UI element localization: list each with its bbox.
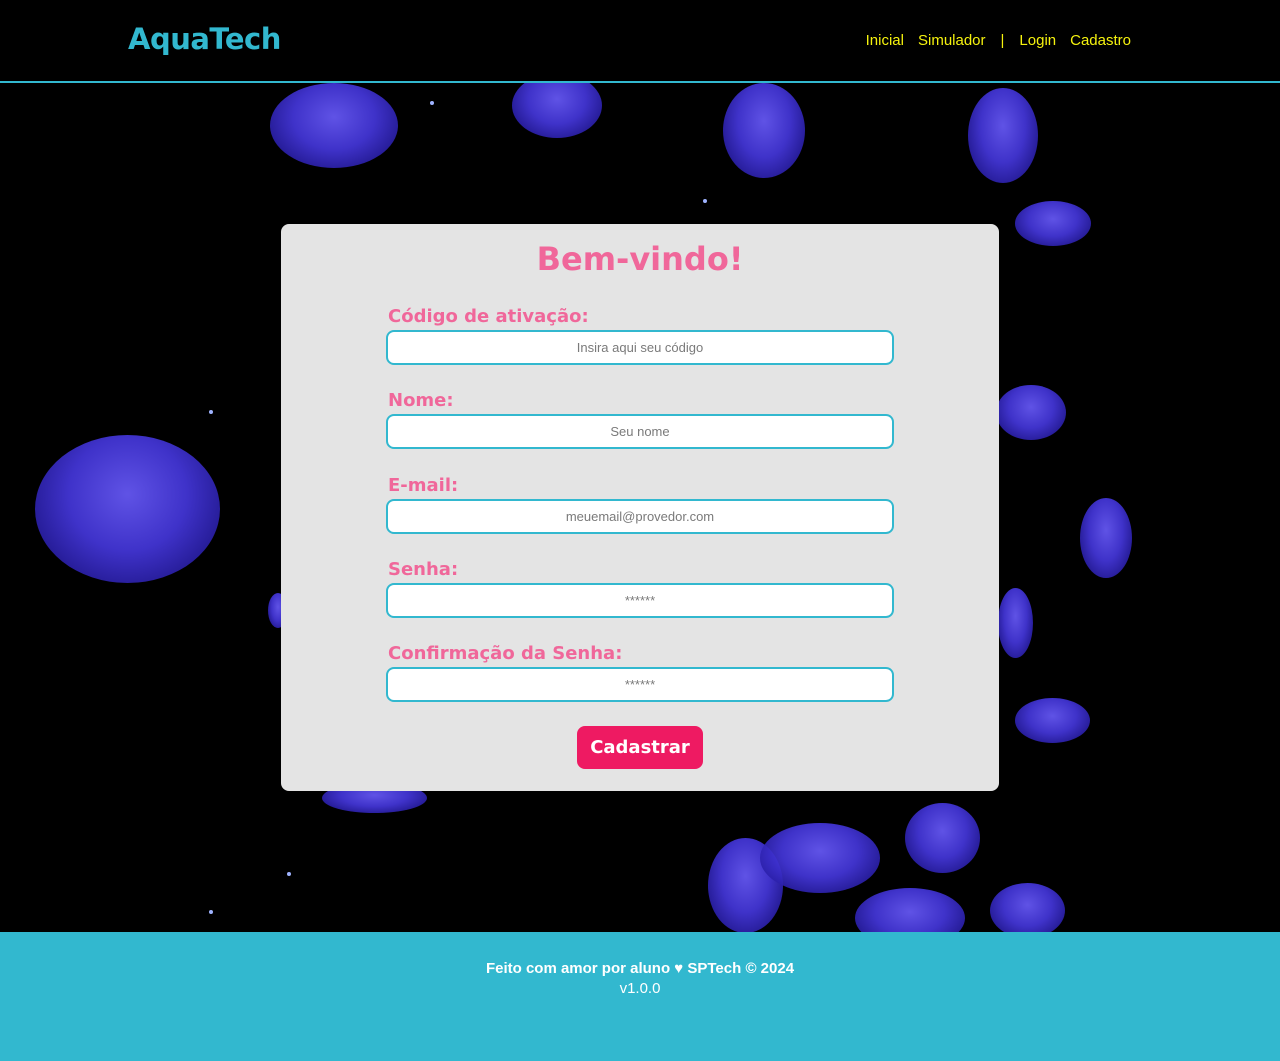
email-label: E-mail: xyxy=(388,475,459,496)
footer-version: v1.0.0 xyxy=(619,980,661,997)
jellyfish-image xyxy=(760,823,880,893)
jellyfish-image xyxy=(270,83,398,168)
jellyfish-image xyxy=(1080,498,1132,578)
light-particle xyxy=(209,410,213,414)
jellyfish-image xyxy=(905,803,980,873)
jellyfish-image xyxy=(35,435,220,583)
main-nav: Inicial Simulador | Login Cadastro xyxy=(859,32,1138,49)
jellyfish-image xyxy=(968,88,1038,183)
nav-link-simulador[interactable]: Simulador xyxy=(918,32,986,49)
site-header: AquaTech Inicial Simulador | Login Cadas… xyxy=(0,0,1280,83)
name-field: Nome: xyxy=(386,390,894,449)
jellyfish-image xyxy=(998,588,1033,658)
email-field: E-mail: xyxy=(386,475,894,534)
light-particle xyxy=(703,199,707,203)
confirm-password-input[interactable] xyxy=(386,667,894,702)
jellyfish-image xyxy=(723,83,805,178)
site-logo[interactable]: AquaTech xyxy=(128,22,281,56)
password-field: Senha: xyxy=(386,559,894,618)
jellyfish-image xyxy=(855,888,965,932)
name-input[interactable] xyxy=(386,414,894,449)
card-title: Bem-vindo! xyxy=(536,240,744,278)
footer-credit: Feito com amor por aluno ♥ SPTech © 2024 xyxy=(485,960,795,977)
confirm-password-field: Confirmação da Senha: xyxy=(386,643,894,702)
password-label: Senha: xyxy=(388,559,459,580)
name-label: Nome: xyxy=(388,390,454,411)
jellyfish-image xyxy=(1015,201,1091,246)
jellyfish-image xyxy=(990,883,1065,932)
jellyfish-image xyxy=(512,83,602,138)
signup-card: Bem-vindo! Código de ativação: Nome: E-m… xyxy=(281,224,999,791)
light-particle xyxy=(209,910,213,914)
register-button[interactable]: Cadastrar xyxy=(577,726,703,769)
nav-separator: | xyxy=(1000,32,1005,49)
light-particle xyxy=(287,872,291,876)
nav-link-inicial[interactable]: Inicial xyxy=(866,32,904,49)
nav-link-cadastro[interactable]: Cadastro xyxy=(1070,32,1131,49)
jellyfish-image xyxy=(996,385,1066,440)
activation-code-input[interactable] xyxy=(386,330,894,365)
confirm-password-label: Confirmação da Senha: xyxy=(388,643,623,664)
activation-code-field: Código de ativação: xyxy=(386,306,894,365)
jellyfish-image xyxy=(1015,698,1090,743)
email-input[interactable] xyxy=(386,499,894,534)
password-input[interactable] xyxy=(386,583,894,618)
site-footer: Feito com amor por aluno ♥ SPTech © 2024… xyxy=(0,932,1280,1061)
light-particle xyxy=(430,101,434,105)
activation-code-label: Código de ativação: xyxy=(388,306,589,327)
nav-link-login[interactable]: Login xyxy=(1019,32,1056,49)
